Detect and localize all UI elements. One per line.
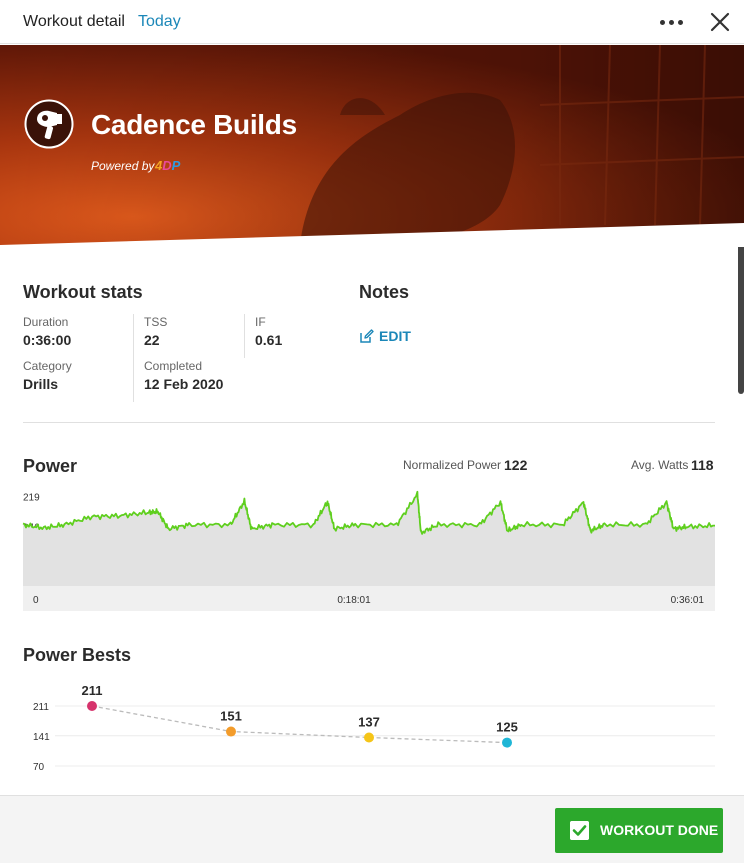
normalized-power-label: Normalized Power bbox=[403, 458, 502, 472]
panel-header: Workout detail Today bbox=[0, 0, 744, 44]
bests-data-point bbox=[502, 737, 512, 748]
workout-hero-banner: Cadence Builds Powered by 4DP bbox=[0, 45, 744, 247]
close-icon[interactable] bbox=[706, 8, 734, 36]
brand-logo: 4DP bbox=[155, 158, 181, 173]
bests-data-label: 125 bbox=[496, 720, 518, 735]
duration-label: Duration bbox=[23, 315, 69, 329]
workout-name: Cadence Builds bbox=[91, 109, 297, 140]
power-bests-heading: Power Bests bbox=[23, 645, 132, 665]
bests-data-label: 137 bbox=[358, 714, 380, 729]
if-label: IF bbox=[255, 315, 266, 329]
completed-value: 12 Feb 2020 bbox=[144, 376, 224, 392]
workout-detail-panel: Workout detail Today Cadence Builds Powe… bbox=[0, 0, 744, 863]
power-x-tick-label: 0:36:01 bbox=[671, 595, 705, 606]
tss-label: TSS bbox=[144, 315, 168, 329]
edit-notes-button[interactable]: EDIT bbox=[359, 328, 411, 344]
power-chart[interactable]: 2191467300:18:010:36:01 bbox=[0, 480, 744, 620]
tss-value: 22 bbox=[144, 332, 160, 348]
section-divider bbox=[23, 422, 715, 423]
bests-data-label: 211 bbox=[82, 683, 103, 698]
bests-data-point bbox=[226, 726, 236, 737]
bests-y-tick-label: 70 bbox=[33, 762, 45, 773]
more-options-icon[interactable] bbox=[656, 12, 686, 32]
bests-data-point bbox=[87, 701, 97, 711]
if-value: 0.61 bbox=[255, 332, 283, 348]
workout-done-label: WORKOUT DONE bbox=[600, 822, 719, 838]
normalized-power-value: 122 bbox=[504, 457, 528, 473]
avg-watts-label: Avg. Watts bbox=[631, 458, 689, 472]
power-y-tick-label: 219 bbox=[23, 493, 40, 504]
workout-stats-heading: Workout stats bbox=[23, 282, 143, 302]
avg-watts-value: 118 bbox=[691, 457, 714, 473]
category-value: Drills bbox=[23, 376, 59, 392]
power-x-tick-label: 0:18:01 bbox=[337, 595, 371, 606]
stats-divider bbox=[133, 314, 134, 402]
bests-y-tick-label: 211 bbox=[33, 702, 49, 713]
workout-done-button[interactable]: WORKOUT DONE bbox=[555, 808, 723, 853]
power-heading: Power bbox=[23, 456, 78, 476]
power-bests-chart[interactable]: 211 141 70 211 151 137 125 bbox=[0, 675, 744, 795]
power-x-tick-label: 0 bbox=[33, 595, 39, 606]
notes-heading: Notes bbox=[359, 282, 410, 302]
category-label: Category bbox=[23, 359, 72, 373]
power-area-fill bbox=[23, 491, 715, 586]
hero-background-image bbox=[0, 45, 744, 247]
checkbox-checked-icon bbox=[570, 821, 589, 840]
panel-title: Workout detail bbox=[23, 13, 125, 30]
bests-data-label: 151 bbox=[220, 709, 242, 724]
edit-label: EDIT bbox=[379, 328, 411, 344]
duration-value: 0:36:00 bbox=[23, 332, 72, 348]
powered-by-label: Powered by bbox=[91, 159, 155, 173]
bests-trend-line bbox=[91, 705, 508, 744]
hair-dryer-icon bbox=[24, 99, 74, 149]
workout-date[interactable]: Today bbox=[138, 13, 181, 31]
completed-label: Completed bbox=[144, 359, 203, 373]
stats-divider bbox=[244, 314, 245, 358]
bests-y-tick-label: 141 bbox=[33, 732, 50, 743]
edit-pencil-icon bbox=[360, 328, 374, 343]
bests-data-point bbox=[364, 732, 374, 743]
